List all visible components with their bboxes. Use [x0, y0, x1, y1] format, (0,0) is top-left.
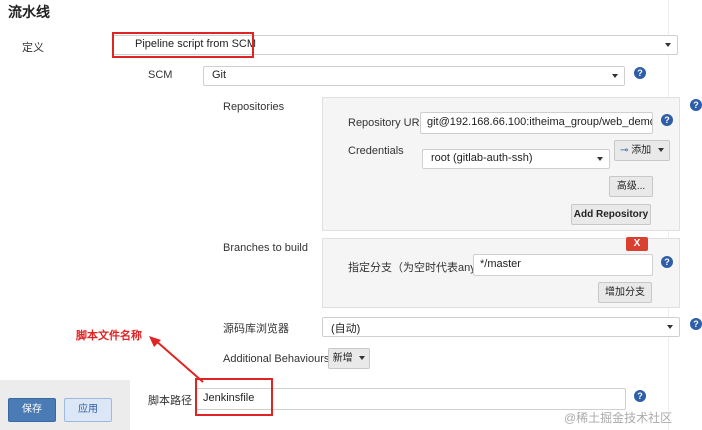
- repositories-label: Repositories: [223, 101, 285, 113]
- question-circle-icon[interactable]: ?: [661, 256, 673, 268]
- add-credentials-label: 添加: [631, 145, 652, 156]
- repository-url-label: Repository URL: [348, 117, 426, 129]
- chevron-down-icon: [612, 74, 618, 78]
- question-circle-icon[interactable]: ?: [690, 99, 702, 111]
- chevron-down-icon: [665, 43, 671, 47]
- behaviours-label: Additional Behaviours: [223, 353, 330, 365]
- branches-label: Branches to build: [223, 242, 308, 254]
- scm-select[interactable]: Git: [203, 66, 625, 86]
- annotation-arrow: [149, 336, 204, 383]
- section-title: 流水线: [8, 4, 50, 20]
- chevron-down-icon: [657, 148, 664, 153]
- question-circle-icon[interactable]: ?: [690, 318, 702, 330]
- credentials-value: root (gitlab-auth-ssh): [431, 152, 533, 164]
- key-icon: ⊸: [620, 145, 629, 156]
- repository-url-input[interactable]: git@192.168.66.100:itheima_group/web_dem…: [420, 112, 653, 134]
- branch-specifier-label: 指定分支（为空时代表any）: [348, 262, 487, 274]
- annotation-text: 脚本文件名称: [76, 330, 142, 342]
- add-branch-button[interactable]: 增加分支: [598, 282, 652, 303]
- advanced-button[interactable]: 高级...: [609, 176, 653, 197]
- script-path-label: 脚本路径: [148, 395, 192, 407]
- chevron-down-icon: [667, 325, 673, 329]
- scm-value: Git: [212, 69, 227, 81]
- add-credentials-button[interactable]: ⊸ 添加: [614, 140, 670, 161]
- add-behaviour-label: 新增: [332, 353, 353, 364]
- apply-button[interactable]: 应用: [64, 398, 112, 422]
- delete-branch-button[interactable]: X: [626, 237, 648, 251]
- definition-label: 定义: [22, 42, 44, 54]
- watermark-text: @稀土掘金技术社区: [564, 411, 673, 425]
- add-repository-button[interactable]: Add Repository: [571, 204, 651, 225]
- question-circle-icon[interactable]: ?: [634, 67, 646, 79]
- definition-highlight-box: [112, 32, 254, 58]
- chevron-down-icon: [597, 157, 603, 161]
- browser-select[interactable]: (自动): [322, 317, 680, 337]
- save-button[interactable]: 保存: [8, 398, 56, 422]
- chevron-down-icon: [359, 356, 366, 361]
- browser-value: (自动): [331, 323, 361, 335]
- credentials-label: Credentials: [348, 145, 404, 157]
- question-circle-icon[interactable]: ?: [661, 114, 673, 126]
- add-behaviour-button[interactable]: 新增: [328, 348, 370, 369]
- credentials-select[interactable]: root (gitlab-auth-ssh): [422, 149, 610, 169]
- question-circle-icon[interactable]: ?: [634, 390, 646, 402]
- scm-label: SCM: [148, 69, 173, 81]
- branch-specifier-input[interactable]: */master: [473, 254, 653, 276]
- browser-label: 源码库浏览器: [223, 323, 289, 335]
